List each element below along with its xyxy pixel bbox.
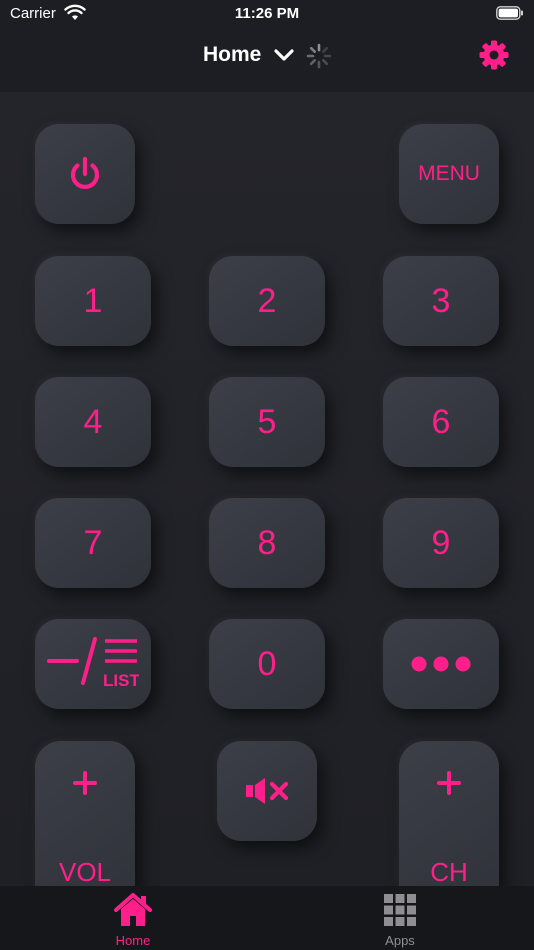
digit-label: 0 <box>257 644 277 683</box>
digit-label: 2 <box>257 281 277 320</box>
digit-2-button[interactable]: 2 <box>209 256 325 346</box>
mute-button[interactable] <box>217 741 317 841</box>
settings-gear-icon[interactable] <box>478 39 510 71</box>
digit-4-button[interactable]: 4 <box>35 377 151 467</box>
digit-7-button[interactable]: 7 <box>35 498 151 588</box>
channel-up-plus-icon[interactable] <box>437 771 461 795</box>
status-bar: Carrier 11:26 PM <box>0 0 534 30</box>
tab-apps[interactable]: Apps <box>320 886 480 950</box>
battery-icon <box>496 6 523 20</box>
status-time: 11:26 PM <box>234 5 300 22</box>
digit-5-button[interactable]: 5 <box>209 377 325 467</box>
nav-header: Home <box>0 30 534 84</box>
volume-label: VOL <box>58 857 112 887</box>
mute-icon <box>246 778 289 804</box>
chevron-down-icon[interactable] <box>273 47 295 63</box>
digit-6-button[interactable]: 6 <box>383 377 499 467</box>
digit-label: 8 <box>257 523 277 562</box>
digit-label: 9 <box>431 523 451 562</box>
digit-label: 3 <box>431 281 451 320</box>
loading-spinner-icon <box>306 43 332 69</box>
digit-label: 5 <box>257 402 277 441</box>
dash-list-icon: LIST <box>47 637 139 690</box>
channel-label: CH <box>430 857 468 887</box>
tab-home[interactable]: Home <box>53 886 213 950</box>
digit-label: 6 <box>431 402 451 441</box>
list-caption: LIST <box>103 671 139 690</box>
volume-up-plus-icon[interactable] <box>73 771 97 795</box>
remote-pad: MENU 1 2 3 4 5 6 7 8 9 LIST 0 VOL CH <box>0 92 534 911</box>
digit-3-button[interactable]: 3 <box>383 256 499 346</box>
tab-bar: Home Apps <box>0 886 534 950</box>
more-button[interactable] <box>383 619 499 709</box>
device-title[interactable]: Home <box>203 43 261 67</box>
digit-1-button[interactable]: 1 <box>35 256 151 346</box>
apps-grid-icon <box>384 894 416 926</box>
digit-0-button[interactable]: 0 <box>209 619 325 709</box>
digit-label: 4 <box>83 402 103 441</box>
digit-9-button[interactable]: 9 <box>383 498 499 588</box>
dash-list-button[interactable]: LIST <box>35 619 151 709</box>
digit-8-button[interactable]: 8 <box>209 498 325 588</box>
menu-button[interactable]: MENU <box>399 124 499 224</box>
digit-label: 7 <box>83 523 103 562</box>
tab-home-label: Home <box>115 933 151 948</box>
more-dots-icon <box>411 656 471 672</box>
tab-apps-label: Apps <box>385 933 415 948</box>
home-icon <box>114 893 152 926</box>
menu-label: MENU <box>418 162 480 185</box>
power-icon <box>70 156 100 189</box>
power-button[interactable] <box>35 124 135 224</box>
digit-label: 1 <box>83 281 103 320</box>
